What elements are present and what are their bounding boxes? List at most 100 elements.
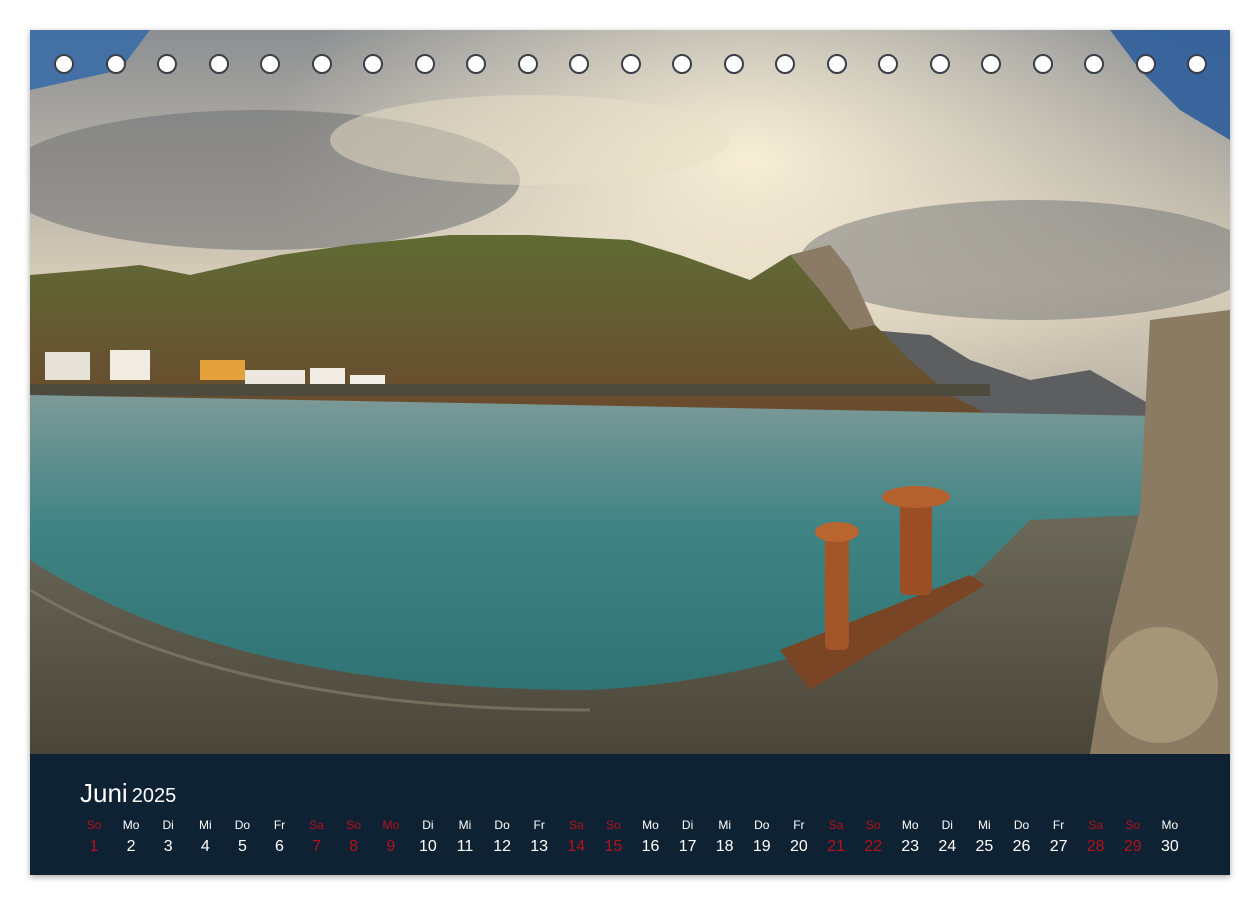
weekday-label: Sa	[309, 818, 324, 832]
binding-hole	[1135, 54, 1156, 74]
date-number: 10	[418, 838, 437, 855]
date-number: 25	[975, 838, 994, 855]
weekday-label: Sa	[1088, 818, 1104, 832]
binding-hole	[620, 54, 641, 74]
weekday-label: Fr	[793, 818, 805, 832]
binding-hole	[929, 54, 950, 74]
date-number: 24	[938, 838, 957, 855]
weekday-label: Mi	[978, 818, 991, 832]
month-calendar-bar: Juni 2025 So 1 Mo 2 Di 3 Mi 4 Do 5 Fr 6 Sa 7 So 8 Mo 9 Di 10…	[30, 754, 1230, 875]
binding-hole	[54, 54, 74, 74]
date-number: 1	[89, 838, 99, 855]
day-column: Di 24	[929, 818, 965, 858]
day-column: Sa 21	[818, 818, 854, 858]
spiral-binding-holes	[30, 54, 1230, 80]
landscape-illustration	[30, 30, 1230, 754]
weekday-label: Mo	[122, 818, 140, 832]
binding-hole	[517, 54, 538, 74]
date-number: 5	[237, 838, 247, 855]
date-number: 6	[275, 838, 284, 855]
month-heading: Juni 2025	[80, 780, 176, 809]
date-number: 19	[752, 838, 771, 855]
weekday-label: Do	[234, 818, 251, 832]
date-number: 8	[349, 838, 359, 855]
date-number: 7	[312, 838, 322, 855]
binding-hole	[1032, 54, 1053, 74]
weekday-label: Mi	[198, 818, 212, 832]
weekday-label: Di	[162, 818, 174, 832]
weekday-label: Do	[1013, 818, 1030, 832]
day-column: Di 10	[410, 818, 446, 858]
weekday-label: Mo	[382, 818, 400, 832]
binding-hole	[826, 54, 847, 74]
date-number: 18	[715, 838, 734, 855]
binding-hole	[363, 54, 383, 74]
day-column: Di 3	[150, 818, 186, 858]
date-number: 2	[126, 838, 136, 855]
day-column: Mo 2	[113, 818, 149, 858]
day-column: Mi 11	[447, 818, 483, 858]
binding-hole	[105, 54, 126, 74]
date-number: 12	[493, 838, 511, 855]
binding-hole	[672, 54, 692, 74]
day-column: Sa 14	[558, 818, 594, 858]
day-column: Fr 27	[1041, 818, 1077, 858]
day-column: Do 26	[1004, 818, 1040, 858]
weekday-label: Sa	[568, 818, 584, 832]
day-column: Sa 28	[1078, 818, 1114, 858]
binding-hole	[723, 54, 744, 74]
day-column: So 29	[1115, 818, 1151, 858]
year-label: 2025	[131, 785, 177, 807]
day-column: Fr 13	[521, 818, 557, 858]
weekday-label: Mo	[1161, 818, 1179, 832]
day-column: Do 12	[484, 818, 520, 858]
day-column: Mo 30	[1152, 818, 1188, 858]
date-number: 17	[678, 838, 697, 855]
weekday-label: Do	[494, 818, 510, 832]
date-number: 22	[864, 838, 882, 855]
day-column: So 1	[76, 818, 112, 858]
weekday-label: Fr	[1052, 818, 1065, 832]
binding-hole	[981, 54, 1001, 74]
date-number: 3	[163, 838, 173, 855]
weekday-label: Sa	[828, 818, 844, 832]
weekday-label: Di	[941, 818, 953, 832]
weekday-label: So	[346, 818, 362, 832]
binding-hole	[1187, 54, 1207, 74]
weekday-label: Di	[422, 818, 434, 832]
date-number: 26	[1012, 838, 1031, 855]
binding-hole	[414, 54, 435, 74]
day-column: Mo 23	[892, 818, 928, 858]
date-number: 30	[1160, 838, 1179, 855]
day-column: Fr 20	[781, 818, 817, 858]
binding-hole	[878, 54, 898, 74]
day-column: Mo 9	[373, 818, 409, 858]
day-column: Do 5	[224, 818, 260, 858]
date-number: 28	[1086, 838, 1105, 855]
calendar-page: Juni 2025 So 1 Mo 2 Di 3 Mi 4 Do 5 Fr 6 Sa 7 So 8 Mo 9 Di 10…	[30, 30, 1230, 875]
day-column: Di 17	[670, 818, 706, 858]
weekday-label: Fr	[273, 818, 286, 832]
date-number: 13	[530, 838, 549, 855]
binding-hole	[1084, 54, 1104, 74]
day-column: So 22	[855, 818, 891, 858]
weekday-label: Mi	[718, 818, 732, 832]
day-column: Fr 6	[262, 818, 298, 858]
weekday-label: So	[86, 818, 102, 832]
day-column: Mi 4	[187, 818, 223, 858]
weekday-label: Mo	[642, 818, 659, 832]
day-column: Mo 16	[633, 818, 669, 858]
weekday-label: Do	[754, 818, 770, 832]
day-column: Do 19	[744, 818, 780, 858]
date-number: 29	[1123, 838, 1142, 855]
date-number: 9	[386, 838, 396, 855]
date-number: 27	[1049, 838, 1068, 855]
binding-hole	[208, 54, 229, 74]
binding-hole	[466, 54, 486, 74]
coastal-landscape-photo	[30, 30, 1230, 754]
date-number: 16	[641, 838, 660, 855]
day-column: Mi 25	[966, 818, 1002, 858]
date-number: 11	[456, 838, 474, 855]
weekday-label: Mo	[901, 818, 919, 832]
weekday-label: Mi	[458, 818, 472, 832]
